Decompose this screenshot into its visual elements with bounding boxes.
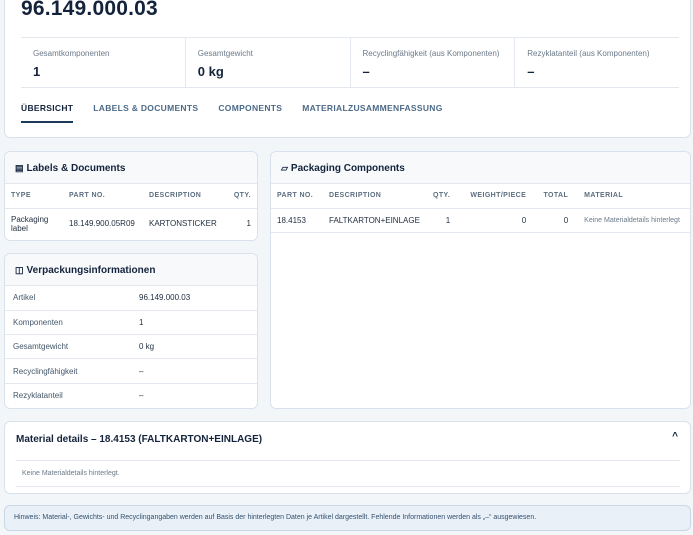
cell-part-no: 18.149.900.05R09	[69, 219, 135, 229]
table-row[interactable]: 18.4153 FALTKARTON+EINLAGE 1 0 0 Keine M…	[271, 208, 690, 233]
card-header: ▤ Labels & Documents	[5, 152, 257, 184]
stat-recyclability: Recyclingfähigkeit (aus Komponenten) –	[349, 38, 515, 87]
collapse-caret-icon[interactable]: ^	[672, 431, 678, 442]
cell-description: FALTKARTON+EINLAGE	[323, 208, 427, 233]
stat-label: Gesamtgewicht	[197, 49, 253, 58]
stat-label: Gesamtkomponenten	[33, 49, 110, 58]
info-row: Recyclingfähigkeit –	[5, 358, 257, 384]
table-row[interactable]: Packaging label 18.149.900.05R09 KARTONS…	[5, 208, 257, 239]
stat-label: Rezyklatanteil (aus Komponenten)	[527, 49, 650, 58]
table-header-row: PART NO. DESCRIPTION QTY. WEIGHT/PIECE T…	[271, 184, 690, 209]
tab-overview[interactable]: ÜBERSICHT	[21, 103, 74, 123]
column-header: TOTAL	[532, 184, 575, 209]
card-title: Packaging Components	[290, 163, 405, 174]
tab-material-summary[interactable]: MATERIALZUSAMMENFASSUNG	[302, 103, 442, 123]
card-title: Labels & Documents	[26, 163, 126, 174]
packaging-info-table: Artikel 96.149.000.03 Komponenten 1 Gesa…	[5, 286, 257, 407]
cell-part-no: 18.4153	[271, 208, 323, 233]
info-row: Artikel 96.149.000.03	[5, 286, 257, 311]
column-header: DESCRIPTION	[143, 184, 227, 209]
column-header: MATERIAL	[574, 184, 690, 209]
info-label: Rezyklatanteil	[13, 391, 63, 401]
card-header: ◫ Verpackungsinformationen	[5, 254, 257, 286]
info-row: Gesamtgewicht 0 kg	[5, 334, 257, 360]
cell-weight-piece: 0	[456, 208, 533, 233]
card-title: Verpackungsinformationen	[26, 265, 156, 276]
info-value: –	[131, 358, 257, 384]
info-label: Recyclingfähigkeit	[5, 358, 131, 384]
material-details-card: Material details – 18.4153 (FALTKARTON+E…	[4, 421, 691, 494]
page-title: 96.149.000.03	[21, 0, 158, 20]
packaging-components-card: ▱ Packaging Components PART NO. DESCRIPTI…	[270, 151, 691, 409]
cell-qty: 1	[246, 219, 251, 229]
material-details-title: Material details – 18.4153 (FALTKARTON+E…	[16, 434, 263, 445]
cell-type: Packaging label	[11, 214, 49, 233]
info-value: 0 kg	[131, 334, 257, 360]
table-header-row: TYPE PART NO. DESCRIPTION QTY.	[5, 184, 257, 209]
stat-total-weight: Gesamtgewicht 0 kg	[184, 38, 350, 87]
column-header: WEIGHT/PIECE	[456, 184, 533, 209]
stats-row: Gesamtkomponenten 1 Gesamtgewicht 0 kg R…	[21, 37, 679, 88]
columns-icon: ◫	[15, 265, 24, 275]
stat-label: Recyclingfähigkeit (aus Komponenten)	[362, 49, 500, 58]
stat-total-components: Gesamtkomponenten 1	[21, 38, 185, 87]
info-value: 96.149.000.03	[131, 286, 257, 311]
column-header: PART NO.	[271, 184, 323, 209]
info-value: –	[139, 391, 144, 401]
hint-banner: Hinweis: Material-, Gewichts- und Recycl…	[4, 505, 691, 531]
tab-components[interactable]: COMPONENTS	[218, 103, 282, 123]
stat-value: –	[527, 64, 535, 79]
card-header: ▱ Packaging Components	[271, 152, 690, 184]
stat-value: 1	[33, 64, 41, 79]
components-table: PART NO. DESCRIPTION QTY. WEIGHT/PIECE T…	[271, 184, 690, 233]
cell-description: KARTONSTICKER	[149, 219, 217, 229]
cell-qty: 1	[427, 208, 457, 233]
box-icon: ▱	[281, 163, 288, 173]
info-row: Komponenten 1	[5, 310, 257, 336]
column-header: DESCRIPTION	[323, 184, 427, 209]
tab-labels-documents[interactable]: LABELS & DOCUMENTS	[93, 103, 198, 123]
material-details-empty: Keine Materialdetails hinterlegt.	[16, 460, 680, 487]
cell-material: Keine Materialdetails hinterlegt	[574, 208, 690, 233]
packaging-info-card: ◫ Verpackungsinformationen Artikel 96.149…	[4, 253, 258, 409]
labels-documents-card: ▤ Labels & Documents TYPE PART NO. DESCRI…	[4, 151, 258, 241]
column-header: QTY.	[427, 184, 457, 209]
column-header: TYPE	[5, 184, 63, 209]
stat-value: 0 kg	[197, 64, 224, 79]
stat-recycled-content: Rezyklatanteil (aus Komponenten) –	[514, 38, 679, 87]
info-label: Artikel	[5, 286, 131, 311]
info-value: 1	[131, 310, 257, 336]
article-header-card: 96.149.000.03 Gesamtkomponenten 1 Gesamt…	[4, 0, 691, 138]
info-row: Rezyklatanteil –	[5, 383, 257, 407]
tab-bar: ÜBERSICHT LABELS & DOCUMENTS COMPONENTS …	[21, 103, 463, 123]
column-header: PART NO.	[63, 184, 143, 209]
labels-table: TYPE PART NO. DESCRIPTION QTY. Packaging…	[5, 184, 257, 239]
stat-value: –	[362, 64, 370, 79]
cell-total: 0	[532, 208, 575, 233]
column-header: QTY.	[226, 184, 257, 209]
info-label: Komponenten	[5, 310, 131, 336]
info-label: Gesamtgewicht	[5, 334, 131, 360]
document-icon: ▤	[15, 163, 24, 173]
